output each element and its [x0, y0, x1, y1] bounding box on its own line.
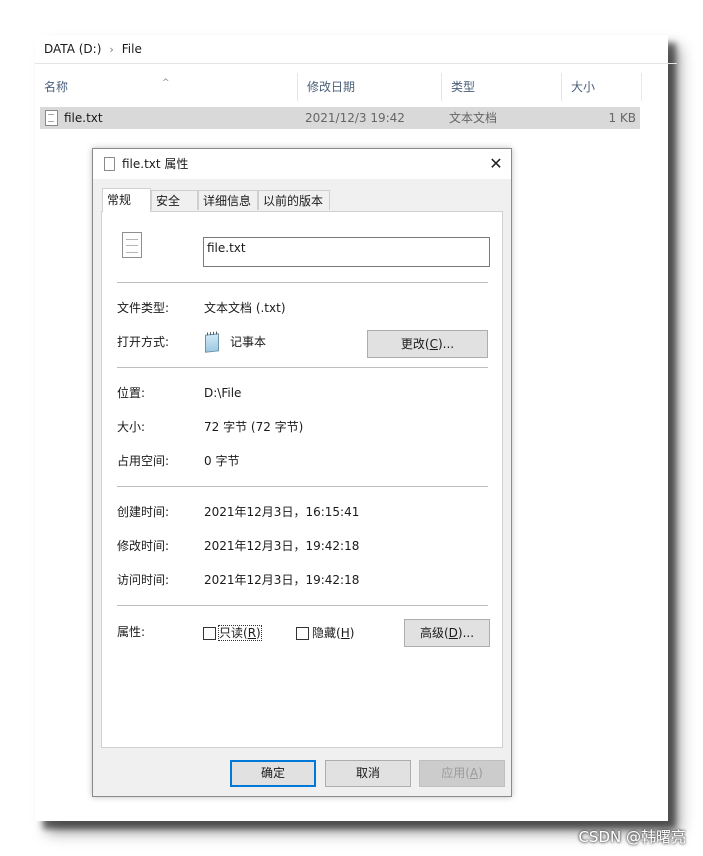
accessed-value: 2021年12月3日，19:42:18 [204, 573, 360, 587]
file-modified: 2021/12/3 19:42 [305, 111, 405, 125]
breadcrumb-folder[interactable]: File [122, 42, 142, 56]
advanced-button[interactable]: 高级(D)... [404, 619, 490, 647]
file-row[interactable]: file.txt 2021/12/3 19:42 文本文档 1 KB [40, 107, 640, 129]
column-size[interactable]: 大小 [562, 73, 641, 101]
accessed-label: 访问时间: [117, 573, 170, 587]
readonly-prefix: 只读( [219, 626, 248, 640]
properties-dialog: file.txt 属性 ✕ 常规 安全 详细信息 以前的版本 file.txt … [92, 148, 512, 797]
column-size-label: 大小 [571, 80, 596, 94]
disk-size-value: 0 字节 [204, 454, 240, 468]
column-type-label: 类型 [451, 80, 476, 94]
close-icon: ✕ [489, 154, 503, 173]
modified-label: 修改时间: [117, 539, 170, 553]
text-file-icon [45, 110, 58, 126]
tab-general[interactable]: 常规 [102, 188, 151, 212]
readonly-suffix: ) [256, 626, 261, 640]
column-name-label: 名称 [44, 80, 69, 94]
apply-mnemonic: A [469, 766, 479, 780]
chevron-right-icon: › [109, 42, 114, 56]
column-modified-label: 修改日期 [307, 80, 356, 94]
change-button-suffix: )... [437, 337, 455, 351]
document-icon [122, 232, 142, 258]
filename-input[interactable]: file.txt [203, 237, 490, 267]
advanced-suffix: )... [457, 626, 475, 640]
divider [117, 282, 488, 283]
column-header-row: ^ 名称 修改日期 类型 大小 [35, 73, 642, 101]
dialog-title: file.txt 属性 [122, 157, 189, 171]
advanced-prefix: 高级( [419, 626, 449, 640]
notepad-icon [205, 333, 219, 353]
close-button[interactable]: ✕ [481, 149, 511, 179]
tab-details[interactable]: 详细信息 [198, 190, 258, 210]
advanced-mnemonic: D [448, 626, 458, 640]
general-panel: file.txt 文件类型: 文本文档 (.txt) 打开方式: 记事本 更改(… [101, 211, 503, 748]
dialog-title-bar[interactable]: file.txt 属性 ✕ [93, 149, 511, 179]
hidden-suffix: ) [349, 626, 355, 640]
divider [117, 605, 488, 606]
disk-size-label: 占用空间: [117, 454, 170, 468]
size-label: 大小: [117, 420, 146, 434]
column-name[interactable]: ^ 名称 [35, 73, 298, 101]
tab-security[interactable]: 安全 [151, 190, 198, 210]
change-button-prefix: 更改( [400, 337, 430, 351]
file-type-value: 文本文档 (.txt) [204, 301, 286, 315]
divider [117, 367, 488, 368]
sort-up-icon: ^ [162, 78, 170, 88]
tab-previous-versions[interactable]: 以前的版本 [258, 190, 330, 210]
apply-prefix: 应用( [441, 766, 470, 780]
column-modified[interactable]: 修改日期 [298, 73, 442, 101]
text-file-icon [104, 157, 115, 171]
cancel-button[interactable]: 取消 [325, 760, 411, 787]
hidden-label[interactable]: 隐藏(H) [312, 626, 354, 640]
watermark: CSDN @韩曙亮 [578, 828, 686, 846]
divider [117, 486, 488, 487]
change-button-mnemonic: C [429, 337, 438, 351]
hidden-mnemonic: H [340, 626, 350, 640]
location-label: 位置: [117, 386, 146, 400]
hidden-checkbox[interactable] [296, 627, 309, 640]
created-label: 创建时间: [117, 505, 170, 519]
file-name: file.txt [64, 111, 103, 125]
open-with-value: 记事本 [230, 335, 267, 349]
hidden-prefix: 隐藏( [312, 626, 341, 640]
file-size: 1 KB [608, 111, 636, 125]
breadcrumb: DATA (D:) › File [35, 35, 677, 64]
location-value: D:\File [204, 386, 242, 400]
ok-button[interactable]: 确定 [230, 760, 316, 787]
file-type: 文本文档 [449, 111, 498, 125]
size-value: 72 字节 (72 字节) [204, 420, 304, 434]
apply-button[interactable]: 应用(A) [419, 760, 505, 787]
change-button[interactable]: 更改(C)... [367, 330, 488, 358]
created-value: 2021年12月3日，16:15:41 [204, 505, 360, 519]
open-with-label: 打开方式: [117, 335, 170, 349]
breadcrumb-drive[interactable]: DATA (D:) [44, 42, 101, 56]
readonly-label[interactable]: 只读(R) [218, 625, 262, 641]
readonly-mnemonic: R [247, 626, 257, 640]
modified-value: 2021年12月3日，19:42:18 [204, 539, 360, 553]
attributes-label: 属性: [117, 625, 146, 639]
column-type[interactable]: 类型 [442, 73, 562, 101]
apply-suffix: ) [478, 766, 483, 780]
file-type-label: 文件类型: [117, 301, 170, 315]
readonly-checkbox[interactable] [203, 627, 216, 640]
